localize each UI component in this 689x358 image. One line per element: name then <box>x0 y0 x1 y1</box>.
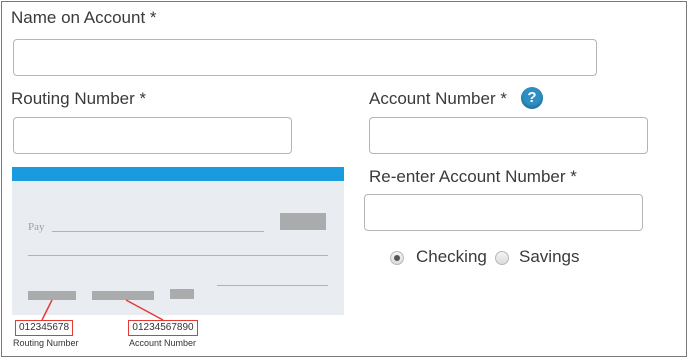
routing-number-callout: 012345678 <box>15 320 73 336</box>
account-number-caption: Account Number <box>129 338 197 348</box>
account-number-callout: 01234567890 <box>128 320 198 336</box>
routing-number-caption: Routing Number <box>13 338 79 348</box>
bank-account-form: Name on Account * Routing Number * Accou… <box>1 1 687 357</box>
check-callout-lines <box>41 299 164 321</box>
